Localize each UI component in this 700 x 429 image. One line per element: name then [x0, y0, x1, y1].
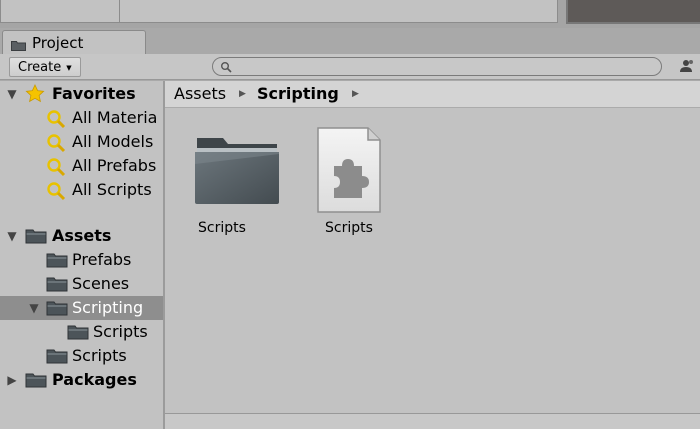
tree-item-label: Prefabs: [72, 250, 132, 269]
star-icon: [25, 84, 45, 103]
search-lens-icon: [47, 182, 66, 201]
tree-item-all-scripts[interactable]: All Scripts: [0, 178, 163, 202]
asset-item-label: Scripts: [198, 220, 246, 236]
create-button-label: Create: [18, 59, 62, 75]
tree-item-label: Scripts: [72, 346, 127, 365]
asset-item-label: Scripts: [325, 220, 373, 236]
tree-item-label: All Prefabs: [72, 156, 157, 175]
folder-icon: [46, 349, 68, 364]
layers-icon: [680, 60, 693, 72]
asset-item-scripts-assembly[interactable]: Scripts: [294, 108, 404, 248]
folder-icon: [46, 253, 68, 268]
tree-item-packages[interactable]: ▶ Packages: [0, 368, 163, 392]
folder-icon: [46, 301, 68, 316]
tree-item-favorites[interactable]: ▼ Favorites: [0, 82, 163, 106]
tree-item-label: Scripts: [93, 322, 148, 341]
tree-item-label: Packages: [52, 370, 137, 389]
breadcrumb-separator-icon: ▶: [239, 89, 246, 99]
breadcrumb: Assets ▶ Scripting ▶: [165, 81, 700, 108]
project-toolbar: Create ▼: [0, 54, 700, 80]
folder-icon: [25, 229, 47, 244]
dropdown-arrow-icon: ▼: [66, 63, 72, 72]
tree-item-all-materials[interactable]: All Materia: [0, 106, 163, 130]
project-tab-label: Project: [32, 33, 84, 52]
tree-item-assets[interactable]: ▼ Assets: [0, 224, 163, 248]
search-lens-icon: [47, 158, 66, 177]
tree-item-label: Scenes: [72, 274, 130, 293]
puzzle-document-icon: [317, 127, 381, 213]
tree-item-all-prefabs[interactable]: All Prefabs: [0, 154, 163, 178]
collapse-arrow-icon[interactable]: ▶: [5, 373, 19, 387]
tree-item-label: All Models: [72, 132, 154, 151]
tree-item-scenes[interactable]: Scenes: [0, 272, 163, 296]
tree-item-label: All Scripts: [72, 180, 152, 199]
scene-view-edge: [566, 0, 700, 24]
search-field[interactable]: [212, 57, 662, 76]
top-window-strip: [0, 0, 700, 28]
upper-panel-edge: [0, 0, 558, 23]
folder-icon: [25, 373, 47, 388]
search-lens-icon: [47, 110, 66, 129]
tree-item-prefabs[interactable]: Prefabs: [0, 248, 163, 272]
asset-item-scripts-folder[interactable]: Scripts: [167, 108, 279, 248]
folder-icon: [46, 277, 68, 292]
create-button[interactable]: Create ▼: [9, 57, 81, 77]
breadcrumb-separator-icon: ▶: [352, 89, 359, 99]
tree-item-scripting-scripts[interactable]: Scripts: [0, 320, 163, 344]
expand-arrow-icon[interactable]: ▼: [5, 87, 19, 101]
filter-by-label-button[interactable]: [676, 58, 696, 76]
project-folder-tree: ▼ Favorites All Materia All Models All P…: [0, 81, 163, 429]
breadcrumb-assets[interactable]: Assets: [174, 84, 226, 103]
folder-icon: [67, 325, 89, 340]
project-tab[interactable]: Project: [2, 30, 146, 54]
expand-arrow-icon[interactable]: ▼: [5, 229, 19, 243]
asset-grid: Scripts Scripts: [165, 108, 700, 413]
expand-arrow-icon[interactable]: ▼: [27, 301, 41, 315]
tree-item-scripting[interactable]: ▼ Scripting: [0, 296, 163, 320]
breadcrumb-scripting[interactable]: Scripting: [257, 84, 339, 103]
search-lens-icon: [47, 134, 66, 153]
search-icon: [221, 62, 232, 73]
folder-icon: [11, 37, 26, 51]
folder-icon: [195, 138, 279, 204]
tree-item-label: Favorites: [52, 84, 136, 103]
tree-item-label: Assets: [52, 226, 112, 245]
tree-item-all-models[interactable]: All Models: [0, 130, 163, 154]
tree-item-label: Scripting: [72, 298, 144, 317]
status-bar: [165, 413, 700, 429]
tree-item-label: All Materia: [72, 108, 158, 127]
search-input[interactable]: [233, 58, 653, 75]
tree-item-scripts[interactable]: Scripts: [0, 344, 163, 368]
